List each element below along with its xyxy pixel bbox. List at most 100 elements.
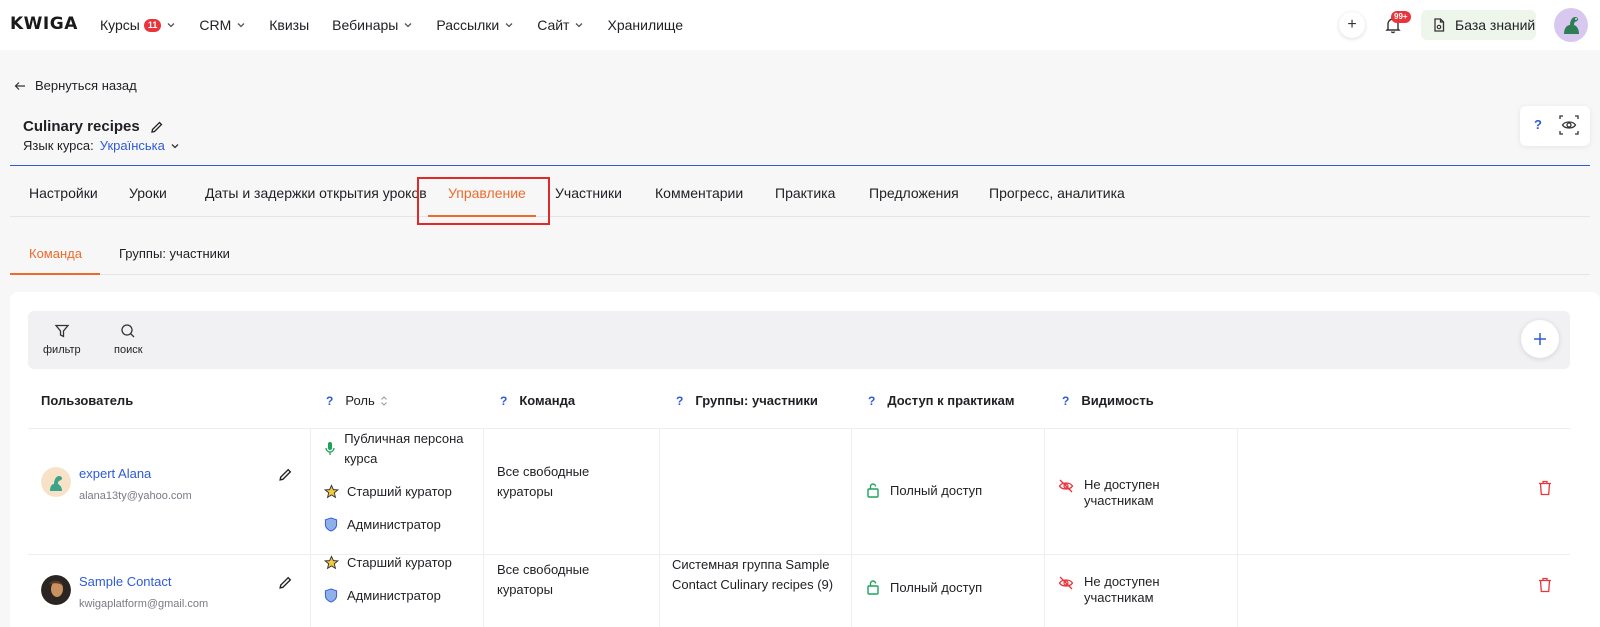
- team-value: Все свободные кураторы: [497, 464, 590, 499]
- help-icon[interactable]: ?: [1062, 394, 1069, 408]
- pencil-edit-icon[interactable]: [150, 120, 164, 134]
- chevron-down-icon: [505, 23, 513, 28]
- table-row-user: expert Alana alana13ty@yahoo.com: [79, 464, 192, 506]
- nav-item-label: Квизы: [269, 17, 310, 33]
- nav-item-mailings[interactable]: Рассылки: [436, 17, 514, 33]
- column-header-label: Видимость: [1081, 393, 1154, 408]
- practice-access-value: Полный доступ: [890, 579, 983, 595]
- column-header-practice-access: ? Доступ к практикам: [868, 393, 1015, 408]
- help-preview-panel: ?: [1520, 106, 1590, 146]
- unlock-icon: [867, 580, 879, 595]
- nav-item-quizzes[interactable]: Квизы: [269, 17, 309, 33]
- tab-offers[interactable]: Предложения: [869, 175, 959, 217]
- tab-participants[interactable]: Участники: [555, 175, 622, 217]
- header-divider: [28, 428, 1570, 429]
- search-icon: [121, 324, 135, 338]
- trash-delete-icon[interactable]: [1538, 480, 1552, 496]
- tab-dates-delays[interactable]: Даты и задержки открытия уроков: [205, 175, 427, 217]
- plus-icon: [1534, 333, 1546, 345]
- chevron-down-icon: [171, 143, 179, 148]
- pencil-edit-icon[interactable]: [278, 575, 293, 590]
- chevron-down-icon: [576, 23, 583, 28]
- groups-value: Системная группа Sample Contact Culinary…: [672, 557, 834, 592]
- nav-item-storage[interactable]: Хранилище: [607, 17, 683, 33]
- subtab-groups[interactable]: Группы: участники: [119, 237, 230, 275]
- pencil-edit-icon[interactable]: [278, 467, 293, 482]
- course-language-row: Язык курса: Українська: [23, 138, 180, 153]
- column-divider: [483, 429, 484, 627]
- header-divider: [10, 165, 1590, 166]
- eye-off-icon: [1058, 576, 1074, 590]
- column-header-team: ? Команда: [500, 393, 575, 408]
- visibility-status: Не доступен участникам: [1058, 477, 1198, 509]
- role-item: Администратор: [323, 586, 441, 606]
- practice-access: Полный доступ: [866, 482, 982, 498]
- main-nav: Курсы 11 CRM Квизы Вебинары Рассылки Сай…: [100, 0, 706, 50]
- nav-item-crm[interactable]: CRM: [199, 17, 246, 33]
- highlight-annotation-box: [417, 177, 550, 225]
- search-button[interactable]: поиск: [114, 323, 143, 356]
- subtab-team[interactable]: Команда: [29, 237, 82, 275]
- nav-item-label: Рассылки: [436, 17, 500, 33]
- nav-item-label: Вебинары: [332, 17, 399, 33]
- practice-access-value: Полный доступ: [890, 482, 983, 498]
- course-language-value: Українська: [99, 138, 165, 153]
- nav-item-label: CRM: [199, 17, 232, 33]
- shield-icon: [324, 517, 338, 532]
- sort-icon[interactable]: [379, 395, 389, 407]
- trash-delete-icon[interactable]: [1538, 577, 1552, 593]
- help-icon[interactable]: ?: [676, 394, 683, 408]
- course-language-label: Язык курса:: [23, 138, 94, 153]
- courses-count-badge: 11: [143, 18, 162, 32]
- visibility-status: Не доступен участникам: [1058, 574, 1198, 606]
- column-divider: [659, 429, 660, 627]
- back-link-label: Вернуться назад: [35, 78, 137, 93]
- column-divider: [851, 429, 852, 627]
- brand-logo[interactable]: KWIGA: [10, 14, 78, 34]
- eye-preview-icon[interactable]: [1558, 114, 1580, 136]
- avatar: [41, 467, 71, 497]
- nav-item-label: Хранилище: [607, 17, 684, 33]
- chevron-down-icon: [404, 23, 412, 28]
- table-toolbar: фильтр поиск: [28, 311, 1570, 369]
- user-email: alana13ty@yahoo.com: [79, 490, 192, 502]
- user-name-link[interactable]: expert Alana: [79, 464, 192, 484]
- user-name-link[interactable]: Sample Contact: [79, 572, 208, 592]
- add-plus-button[interactable]: +: [1339, 12, 1365, 38]
- team-value: Все свободные кураторы: [497, 562, 590, 597]
- filter-button[interactable]: фильтр: [43, 323, 81, 356]
- column-header-role[interactable]: ? Роль: [326, 393, 389, 408]
- top-navigation-bar: KWIGA Курсы 11 CRM Квизы Вебинары Рассыл…: [0, 0, 1600, 50]
- microphone-icon: [324, 442, 335, 455]
- avatar: [41, 575, 71, 605]
- add-team-member-button[interactable]: [1521, 320, 1559, 358]
- nav-item-courses[interactable]: Курсы 11: [100, 17, 176, 33]
- tab-lessons[interactable]: Уроки: [129, 175, 167, 217]
- tab-progress-analytics[interactable]: Прогресс, аналитика: [989, 175, 1125, 217]
- role-label: Публичная персона курса: [344, 431, 464, 466]
- notification-count-badge: 99+: [1391, 11, 1411, 23]
- tab-settings[interactable]: Настройки: [29, 175, 98, 217]
- user-avatar[interactable]: [1554, 8, 1588, 42]
- knowledge-base-label: База знаний: [1455, 17, 1536, 33]
- nav-item-site[interactable]: Сайт: [537, 17, 584, 33]
- course-title-text: Culinary recipes: [23, 118, 140, 135]
- role-label: Администратор: [347, 517, 441, 532]
- back-link[interactable]: Вернуться назад: [14, 78, 137, 93]
- help-icon[interactable]: ?: [868, 394, 875, 408]
- nav-item-webinars[interactable]: Вебинары: [332, 17, 413, 33]
- course-language-select[interactable]: Українська: [100, 138, 180, 153]
- management-subtabs: Команда Группы: участники: [10, 237, 1590, 275]
- help-icon[interactable]: ?: [500, 394, 507, 408]
- column-header-visibility: ? Видимость: [1062, 393, 1154, 408]
- column-header-label: Группы: участники: [695, 393, 818, 408]
- help-icon[interactable]: ?: [326, 394, 333, 408]
- tab-practice[interactable]: Практика: [775, 175, 835, 217]
- arrow-left-icon: [14, 81, 25, 90]
- nav-item-label: Курсы: [100, 17, 140, 33]
- search-label: поиск: [114, 344, 143, 356]
- tab-comments[interactable]: Комментарии: [655, 175, 743, 217]
- role-item: Публичная персона курса: [323, 429, 473, 469]
- knowledge-base-button[interactable]: База знаний: [1421, 10, 1536, 40]
- help-button[interactable]: ?: [1534, 117, 1542, 132]
